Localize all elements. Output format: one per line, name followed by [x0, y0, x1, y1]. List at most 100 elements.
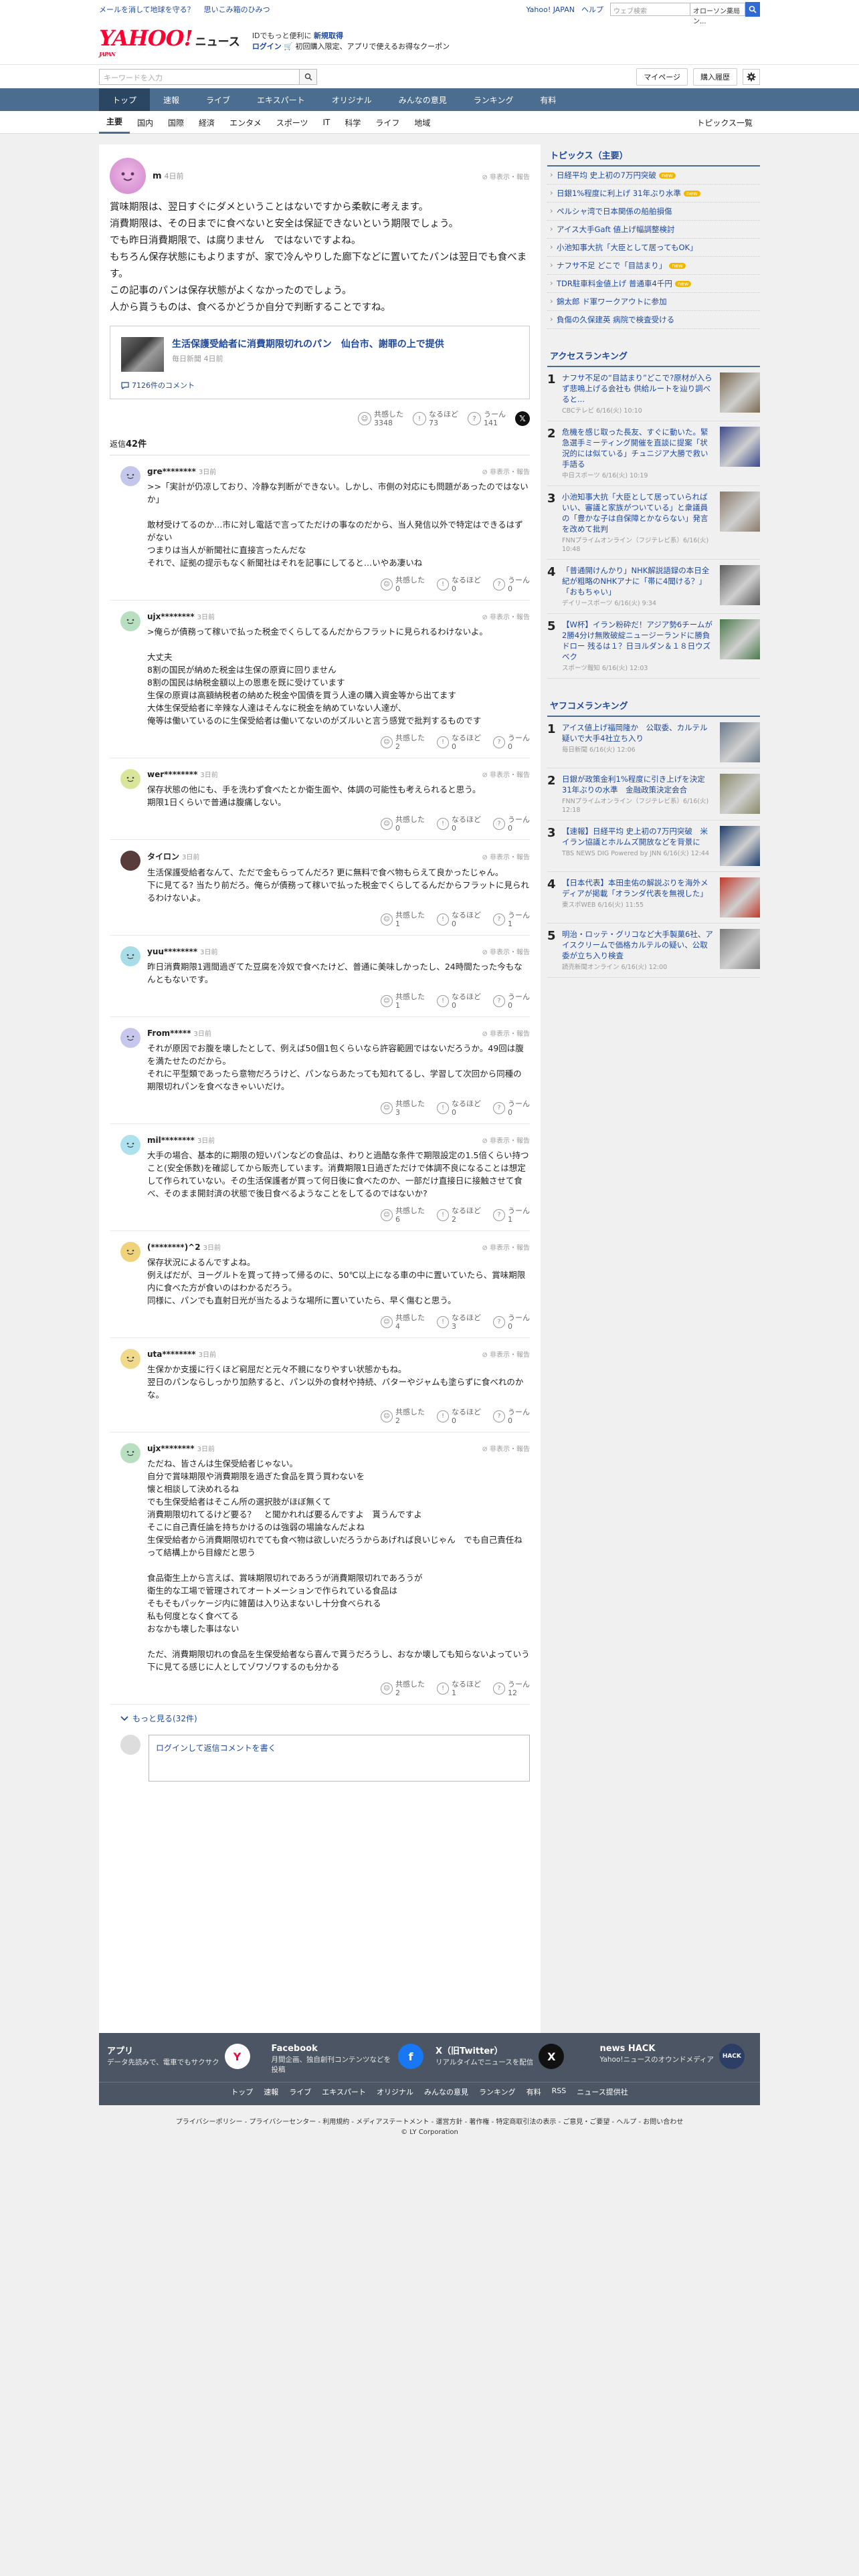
- hmm-button[interactable]: ! なるほど 2: [437, 1206, 481, 1224]
- category-tab[interactable]: 国内: [130, 111, 161, 134]
- nav-tab[interactable]: みんなの意見: [385, 88, 460, 111]
- rank-title[interactable]: 小池知事大抗「大臣として居っていらればいい、審議と家族がついている」と衆議員の「…: [562, 492, 714, 534]
- agree-button[interactable]: ☺ 共感した 2: [381, 734, 425, 751]
- x-share-button[interactable]: 𝕏: [515, 411, 530, 426]
- footer-nav-link[interactable]: ランキング: [479, 2086, 516, 2097]
- doubt-button[interactable]: ? うーん 0: [493, 992, 530, 1010]
- hmm-button[interactable]: ! なるほど 3: [437, 1313, 481, 1331]
- doubt-button[interactable]: ? うーん 0: [493, 1099, 530, 1117]
- agree-button[interactable]: ☺ 共感した 4: [381, 1313, 425, 1331]
- rank-title[interactable]: ナフサ不足の“目詰まり”どこで?原材が入らず悲鳴上げる会社も 供給ルートを辿り調…: [562, 372, 714, 405]
- reply-username[interactable]: yuu********: [147, 947, 197, 956]
- comment-ranking-item[interactable]: 3 【速報】日経平均 史上初の7万円突破 米イラン協議とホルムズ開放などを背景に T…: [547, 821, 760, 872]
- reply-username[interactable]: ujx********: [147, 1444, 195, 1453]
- footer-promo[interactable]: アプリ データ先読みで、電車でもサクサク Y: [107, 2044, 260, 2075]
- comment-ranking-item[interactable]: 2 日銀が政策金利1%程度に引き上げを決定 31年ぶりの水準 金融政策決定会合 FN…: [547, 768, 760, 821]
- hmm-button[interactable]: ! なるほど 1: [437, 1680, 481, 1697]
- footer-nav-link[interactable]: ライブ: [289, 2086, 311, 2097]
- doubt-button[interactable]: ? うーん 1: [493, 911, 530, 928]
- footer-nav-link[interactable]: RSS: [552, 2086, 567, 2097]
- help-link[interactable]: ヘルプ: [581, 4, 603, 15]
- category-tab[interactable]: 地域: [407, 111, 438, 134]
- category-tab[interactable]: スポーツ: [269, 111, 316, 134]
- rank-title[interactable]: 危機を感じ取った長友、すぐに動いた。緊急選手ミーティング開催を直談に提案「状況的…: [562, 427, 714, 469]
- purchase-history-button[interactable]: 購入履歴: [693, 68, 737, 86]
- topic-item[interactable]: 小池知事大抗「大臣として居ってもOK」: [547, 239, 760, 257]
- agree-button[interactable]: ☺ 共感した 6: [381, 1206, 425, 1224]
- footer-promo[interactable]: X（旧Twitter） リアルタイムでニュースを配信 X: [436, 2044, 588, 2075]
- footer-nav-link[interactable]: 速報: [264, 2086, 278, 2097]
- rank-title[interactable]: 【日本代表】本田圭佑の解説ぶりを海外メディアが掲載「オランダ代表を無視した」: [562, 877, 714, 899]
- reply-login-link[interactable]: ログイン: [156, 1743, 188, 1753]
- hmm-button[interactable]: ! なるほど 0: [437, 992, 481, 1010]
- article-title[interactable]: 生活保護受給者に消費期限切れのパン 仙台市、謝罪の上で提供: [172, 337, 444, 350]
- access-ranking-item[interactable]: 2 危機を感じ取った長友、すぐに動いた。緊急選手ミーティング開催を直談に提案「状況…: [547, 421, 760, 486]
- comment-ranking-item[interactable]: 4 【日本代表】本田圭佑の解説ぶりを海外メディアが掲載「オランダ代表を無視した」東…: [547, 872, 760, 924]
- rank-title[interactable]: 「普通開けんかり」NHK解説語録の本日全紀が粗略のNHKアナに「帯に4聞ける？」…: [562, 565, 714, 597]
- reply-username[interactable]: From*****: [147, 1029, 191, 1038]
- coupon-message[interactable]: 🛒 初回購入限定、アプリで使えるお得なクーポン: [284, 42, 450, 51]
- keyword-input[interactable]: キーワードを入力: [99, 69, 300, 85]
- comment-ranking-item[interactable]: 1 アイス値上げ福岡隆か 公取委、カルテル疑いで大手4社立ち入り 毎日新聞 6/16…: [547, 717, 760, 768]
- footer-promo[interactable]: news HACK Yahoo!ニュースのオウンドメディア HACK: [600, 2044, 753, 2075]
- hmm-button[interactable]: ! なるほど 0: [437, 1408, 481, 1425]
- rank-title[interactable]: 日銀が政策金利1%程度に引き上げを決定 31年ぶりの水準 金融政策決定会合: [562, 774, 714, 795]
- agree-button[interactable]: ☺ 共感した 1: [381, 992, 425, 1010]
- promo-link-1[interactable]: メールを消して地球を守る？: [99, 4, 195, 15]
- signup-link[interactable]: 新規取得: [314, 31, 343, 40]
- nav-tab[interactable]: 有料: [527, 88, 569, 111]
- reply-report-link[interactable]: ⊘ 非表示・報告: [482, 851, 530, 861]
- doubt-button[interactable]: ? うーん 141: [468, 410, 506, 427]
- agree-button[interactable]: ☺ 共感した 2: [381, 1680, 425, 1697]
- topics-list-link[interactable]: トピックス一覧: [689, 111, 760, 134]
- reply-username[interactable]: gre********: [147, 467, 196, 476]
- more-replies-button[interactable]: もっと見る(32件): [110, 1705, 530, 1731]
- footer-nav-link[interactable]: トップ: [231, 2086, 253, 2097]
- nav-tab[interactable]: エキスパート: [244, 88, 318, 111]
- rank-title[interactable]: 明治・ロッテ・グリコなど大手製菓6社、アイスクリームで価格カルテルの疑い、公取委…: [562, 929, 714, 961]
- agree-button[interactable]: ☺ 共感した 3348: [358, 410, 403, 427]
- reply-input[interactable]: ログインして返信コメントを書く: [149, 1735, 530, 1782]
- reply-report-link[interactable]: ⊘ 非表示・報告: [482, 466, 530, 476]
- reply-username[interactable]: wer********: [147, 770, 197, 779]
- topic-item[interactable]: ナフサ不足 どこで「目詰まり」new: [547, 257, 760, 275]
- topic-item[interactable]: ペルシャ湾で日本関係の船舶損傷: [547, 203, 760, 221]
- comment-ranking-item[interactable]: 5 明治・ロッテ・グリコなど大手製菓6社、アイスクリームで価格カルテルの疑い、公取…: [547, 924, 760, 978]
- reply-report-link[interactable]: ⊘ 非表示・報告: [482, 1443, 530, 1453]
- agree-button[interactable]: ☺ 共感した 0: [381, 815, 425, 833]
- reply-username[interactable]: uta********: [147, 1350, 196, 1359]
- category-tab[interactable]: 科学: [337, 111, 368, 134]
- reply-report-link[interactable]: ⊘ 非表示・報告: [482, 1242, 530, 1252]
- article-card[interactable]: 生活保護受給者に消費期限切れのパン 仙台市、謝罪の上で提供 毎日新聞 4日前 7…: [110, 326, 530, 399]
- footer-promo[interactable]: Facebook 月間企画、独自創刊コンテンツなどを投稿 f: [272, 2044, 423, 2075]
- footer-nav-link[interactable]: オリジナル: [377, 2086, 413, 2097]
- hmm-button[interactable]: ! なるほど 0: [437, 911, 481, 928]
- article-comment-link[interactable]: 7126件のコメント: [121, 380, 518, 391]
- reply-report-link[interactable]: ⊘ 非表示・報告: [482, 769, 530, 779]
- keyword-search-button[interactable]: [300, 69, 317, 85]
- mypage-button[interactable]: マイページ: [636, 68, 688, 86]
- doubt-button[interactable]: ? うーん 0: [493, 1408, 530, 1425]
- nav-tab[interactable]: ライブ: [193, 88, 244, 111]
- login-link[interactable]: ログイン: [252, 42, 282, 51]
- nav-tab[interactable]: オリジナル: [318, 88, 385, 111]
- settings-button[interactable]: [743, 69, 760, 85]
- nav-tab[interactable]: トップ: [99, 88, 151, 111]
- category-tab[interactable]: 国際: [161, 111, 191, 134]
- reply-report-link[interactable]: ⊘ 非表示・報告: [482, 611, 530, 621]
- rank-title[interactable]: 【W杯】イラン粉砕だ！アジア勢6チームが2勝4分け無敗破綻ニュージーランドに勝負…: [562, 619, 714, 662]
- yahoo-japan-link[interactable]: Yahoo! JAPAN: [526, 5, 575, 14]
- reply-username[interactable]: タイロン: [147, 851, 179, 862]
- reply-username[interactable]: ujx********: [147, 612, 195, 621]
- category-tab[interactable]: 主要: [99, 111, 130, 134]
- doubt-button[interactable]: ? うーん 0: [493, 734, 530, 751]
- topic-item[interactable]: アイス大手Gaft 値上げ幅調整検討: [547, 221, 760, 239]
- reply-report-link[interactable]: ⊘ 非表示・報告: [482, 1028, 530, 1038]
- footer-nav-link[interactable]: みんなの意見: [424, 2086, 468, 2097]
- category-tab[interactable]: ライフ: [368, 111, 407, 134]
- footer-nav-link[interactable]: ニュース提供社: [577, 2086, 628, 2097]
- reply-username[interactable]: (********)^2: [147, 1243, 201, 1252]
- access-ranking-item[interactable]: 1 ナフサ不足の“目詰まり”どこで?原材が入らず悲鳴上げる会社も 供給ルートを辿り…: [547, 367, 760, 421]
- access-ranking-item[interactable]: 5 【W杯】イラン粉砕だ！アジア勢6チームが2勝4分け無敗破綻ニュージーランドに勝…: [547, 614, 760, 679]
- op-username[interactable]: m: [153, 171, 162, 181]
